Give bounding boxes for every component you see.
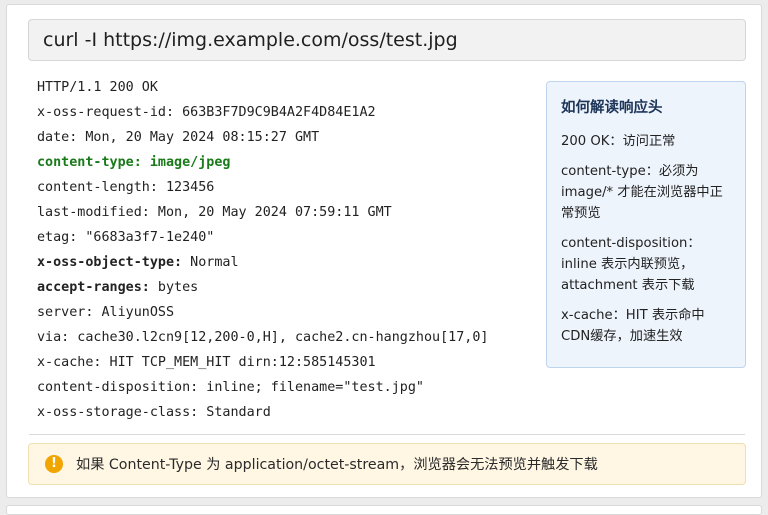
header-key: x-oss-request-id: [37,105,175,120]
header-line: HTTP/1.1 200 OK [37,75,488,100]
header-key: x-oss-storage-class: [37,405,199,420]
header-key: via: [37,330,70,345]
panel-item: 200 OK：访问正常 [561,134,676,149]
header-explanation-panel: 如何解读响应头 200 OK：访问正常 content-type：必须为 ima… [546,81,746,368]
panel-item: content-disposition：inline 表示内联预览，attach… [561,236,701,293]
header-value: cache30.l2cn9[12,200-0,H], cache2.cn-han… [69,330,489,345]
header-value: 663B3F7D9C9B4A2F4D84E1A2 [174,105,376,120]
header-key: content-length: [37,180,158,195]
header-key: accept-ranges: [37,280,150,295]
panel-item: content-type：必须为 image/* 才能在浏览器中正常预览 [561,164,723,221]
header-key: content-type: [37,155,142,170]
panel-item: x-cache：HIT 表示命中 CDN缓存，加速生效 [561,308,705,344]
panel-title: 如何解读响应头 [561,100,663,116]
header-line: server: AliyunOSS [37,300,488,325]
warning-text: 如果 Content-Type 为 application/octet-stre… [76,457,598,473]
header-line: date: Mon, 20 May 2024 08:15:27 GMT [37,125,488,150]
header-value: Mon, 20 May 2024 08:15:27 GMT [77,130,320,145]
header-key: HTTP/1.1 200 OK [37,80,158,95]
header-key: etag: [37,230,78,245]
header-key: x-cache: [37,355,102,370]
header-key: server: [37,305,94,320]
header-value: Mon, 20 May 2024 07:59:11 GMT [149,205,392,220]
header-line: last-modified: Mon, 20 May 2024 07:59:11… [37,200,488,225]
header-value: 123456 [157,180,215,195]
header-key: last-modified: [37,205,150,220]
response-headers: HTTP/1.1 200 OK x-oss-request-id: 663B3F7… [37,75,488,425]
command-text: curl -I https://img.example.com/oss/test… [43,29,458,51]
header-key: content-disposition: [37,380,199,395]
header-line: x-cache: HIT TCP_MEM_HIT dirn:12:5851453… [37,350,488,375]
header-line: content-disposition: inline; filename="t… [37,375,488,400]
exclamation-circle-icon: ! [45,455,63,473]
header-key: x-oss-object-type: [37,255,183,270]
command-bar: curl -I https://img.example.com/oss/test… [28,19,746,61]
header-line: x-oss-storage-class: Standard [37,400,488,425]
header-value: Standard [198,405,271,420]
header-line: x-oss-request-id: 663B3F7D9C9B4A2F4D84E1… [37,100,488,125]
header-value: image/jpeg [141,155,231,170]
header-line: content-type: image/jpeg [37,150,488,175]
header-line: via: cache30.l2cn9[12,200-0,H], cache2.c… [37,325,488,350]
header-line: content-length: 123456 [37,175,488,200]
header-key: date: [37,130,78,145]
header-line: etag: "6683a3f7-1e240" [37,225,488,250]
header-line: accept-ranges: bytes [37,275,488,300]
header-value: bytes [149,280,199,295]
header-value: "6683a3f7-1e240" [77,230,215,245]
header-value: HIT TCP_MEM_HIT dirn:12:585145301 [101,355,376,370]
header-value: AliyunOSS [93,305,175,320]
header-line: x-oss-object-type: Normal [37,250,488,275]
header-value: inline; filename="test.jpg" [198,380,424,395]
header-value: Normal [182,255,239,270]
next-card-edge [6,505,762,515]
divider [29,434,745,435]
response-card: curl -I https://img.example.com/oss/test… [6,4,762,498]
warning-banner: ! 如果 Content-Type 为 application/octet-st… [28,443,746,485]
